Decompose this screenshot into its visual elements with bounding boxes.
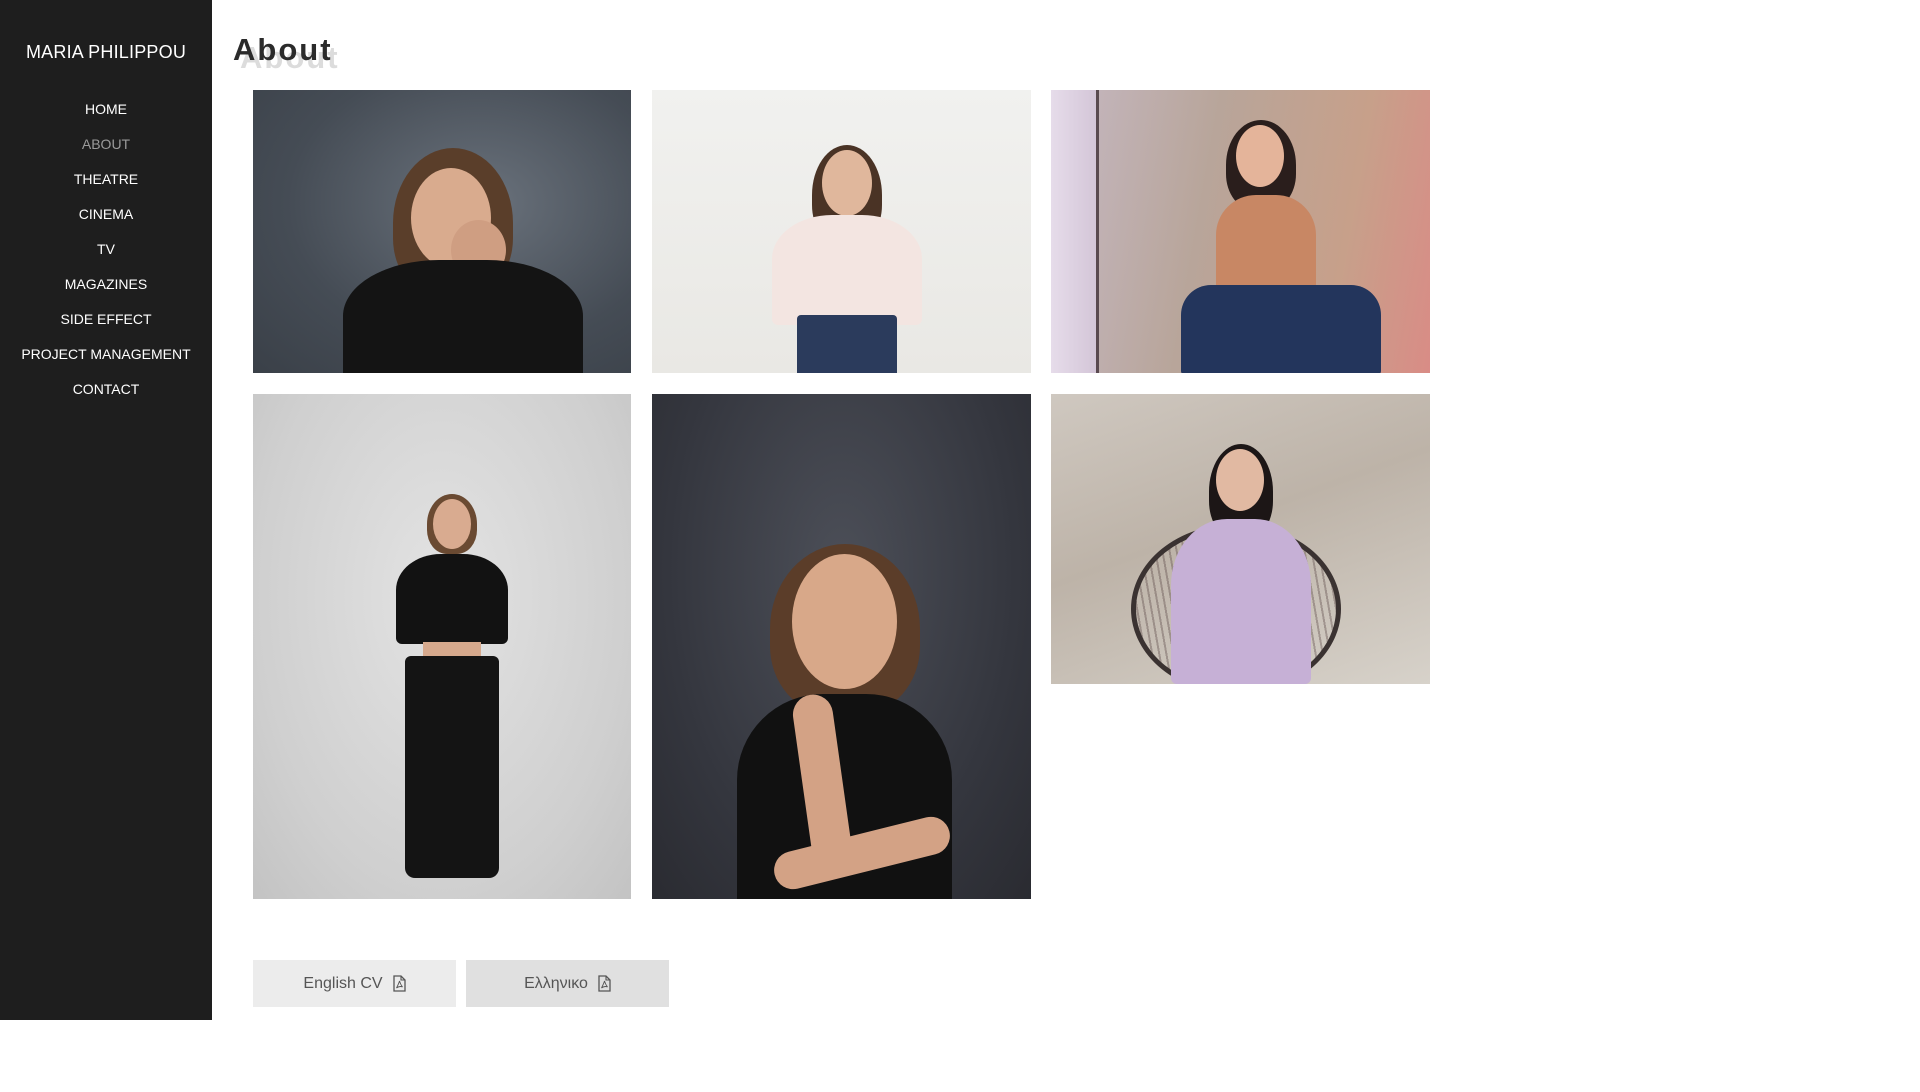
photo-face <box>1236 125 1284 187</box>
page-title: About <box>233 32 333 67</box>
gallery-photo-2[interactable] <box>652 90 1031 373</box>
photo-body <box>1216 195 1316 295</box>
nav-item-home[interactable]: HOME <box>0 98 212 133</box>
photo-jeans <box>797 315 897 373</box>
nav-item-tv[interactable]: TV <box>0 238 212 273</box>
photo-dress <box>1171 519 1311 684</box>
photo-top <box>396 554 508 644</box>
photo-face <box>822 150 872 216</box>
gallery-photo-1[interactable] <box>253 90 631 373</box>
greek-cv-label: Ελληνικο <box>524 974 588 992</box>
photo-trousers <box>405 656 499 878</box>
photo-body <box>772 215 922 325</box>
gallery-photo-5[interactable] <box>652 394 1031 899</box>
gallery-photo-3[interactable] <box>1051 90 1430 373</box>
english-cv-button[interactable]: English CV <box>253 960 456 1007</box>
nav-item-theatre[interactable]: THEATRE <box>0 168 212 203</box>
photo-face <box>1216 449 1264 511</box>
main-nav: HOME ABOUT THEATRE CINEMA TV MAGAZINES S… <box>0 98 212 413</box>
nav-item-side-effect[interactable]: SIDE EFFECT <box>0 308 212 343</box>
photo-jeans <box>1181 285 1381 373</box>
photo-face <box>433 499 471 549</box>
nav-item-magazines[interactable]: MAGAZINES <box>0 273 212 308</box>
photo-face <box>792 554 897 689</box>
pdf-file-icon <box>392 975 406 992</box>
photo-body <box>343 260 583 373</box>
gallery-photo-6[interactable] <box>1051 394 1430 684</box>
english-cv-label: English CV <box>303 974 383 992</box>
nav-item-cinema[interactable]: CINEMA <box>0 203 212 238</box>
sidebar: MARIA PHILIPPOU HOME ABOUT THEATRE CINEM… <box>0 0 212 1020</box>
nav-item-project-management[interactable]: PROJECT MANAGEMENT <box>0 343 212 378</box>
greek-cv-button[interactable]: Ελληνικο <box>466 960 669 1007</box>
photo-window <box>1051 90 1099 373</box>
page-title-block: About About <box>233 28 433 78</box>
nav-item-about[interactable]: ABOUT <box>0 133 212 168</box>
site-title[interactable]: MARIA PHILIPPOU <box>0 42 212 63</box>
nav-item-contact[interactable]: CONTACT <box>0 378 212 413</box>
pdf-file-icon <box>598 975 611 992</box>
gallery-photo-4[interactable] <box>253 394 631 899</box>
